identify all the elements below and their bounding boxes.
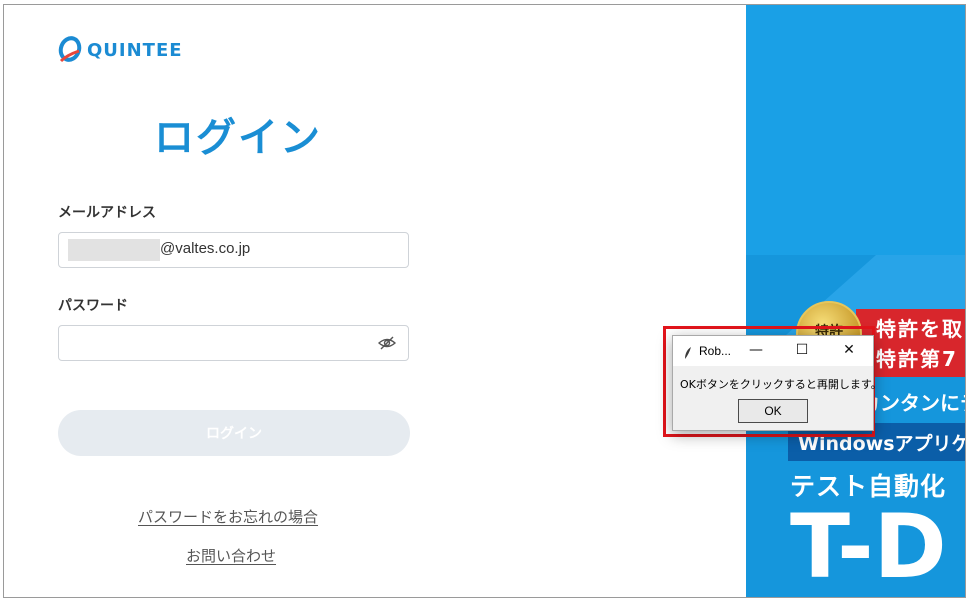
banner-product-name: T-D: [790, 495, 947, 598]
close-icon[interactable]: ✕: [838, 340, 860, 360]
quintee-logo-icon: [58, 36, 82, 63]
brand-name: QUINTEE: [87, 39, 183, 61]
forgot-password-link[interactable]: パスワードをお忘れの場合: [138, 506, 318, 527]
brand-logo: QUINTEE: [57, 35, 183, 65]
password-field[interactable]: [58, 325, 409, 361]
email-value: @valtes.co.jp: [160, 240, 251, 257]
feather-icon: [683, 345, 693, 364]
ok-button[interactable]: OK: [738, 399, 808, 423]
dialog-titlebar[interactable]: Rob... — ☐ ✕: [673, 336, 873, 366]
minimize-icon[interactable]: —: [745, 340, 767, 360]
banner-background: [746, 5, 965, 255]
password-label: パスワード: [58, 298, 128, 314]
email-field[interactable]: @valtes.co.jp: [58, 232, 409, 268]
dialog-message: OKボタンをクリックすると再開します。: [680, 378, 882, 391]
hide-password-icon[interactable]: [377, 335, 397, 355]
banner-line-2: 特許第7: [876, 347, 958, 371]
email-label: メールアドレス: [58, 205, 156, 221]
banner-line-1: 特許を取: [876, 317, 964, 341]
dialog-title: Rob...: [699, 344, 732, 358]
maximize-icon[interactable]: ☐: [791, 340, 813, 360]
redacted-block: [68, 239, 160, 261]
promo-banner[interactable]: 特許を取 特許第7 特許 カンタンにテ Windowsアプリケ テスト自動化 T…: [746, 5, 965, 598]
login-button[interactable]: ログイン: [58, 410, 410, 456]
page-title: ログイン: [154, 115, 322, 161]
contact-link[interactable]: お問い合わせ: [186, 545, 276, 566]
browser-frame: QUINTEE ログイン メールアドレス @valtes.co.jp パスワード…: [3, 4, 966, 598]
message-dialog[interactable]: Rob... — ☐ ✕ OKボタンをクリックすると再開します。 OK: [672, 335, 882, 431]
